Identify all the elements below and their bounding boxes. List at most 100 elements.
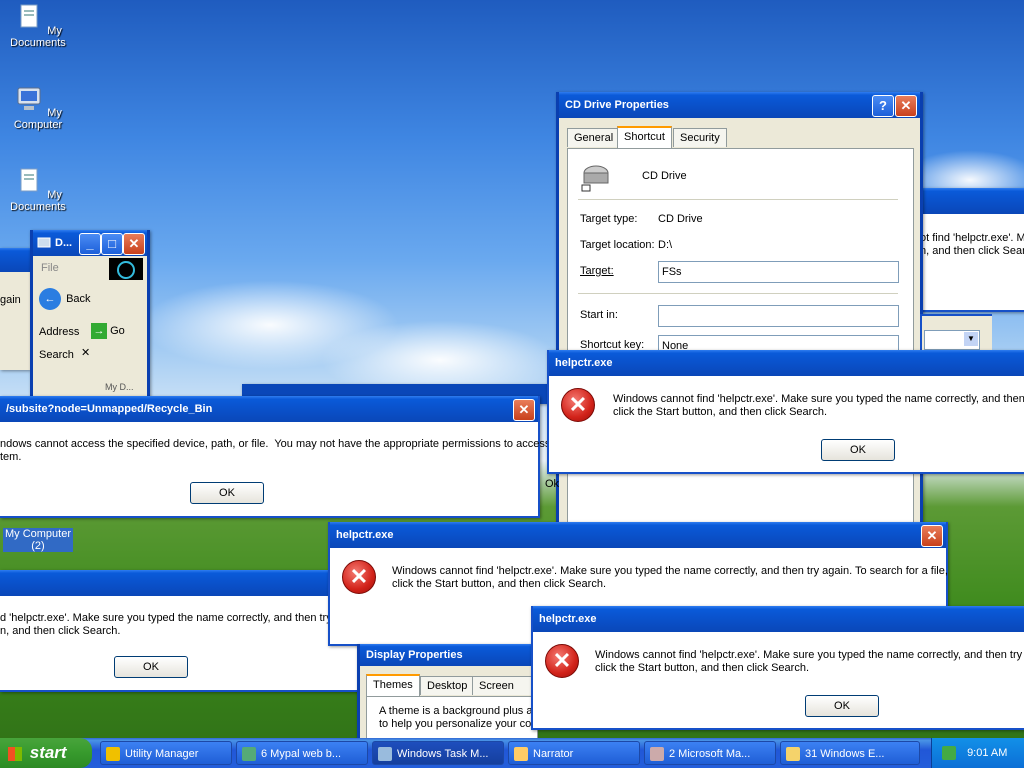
start-in-label: Start in: — [580, 309, 618, 321]
desktop-icon-my-computer-2[interactable]: My Computer (2) — [0, 528, 76, 552]
close-button[interactable]: ✕ — [513, 399, 535, 421]
task-utility-manager[interactable]: Utility Manager — [100, 741, 232, 765]
task-mypal[interactable]: 6 Mypal web b... — [236, 741, 368, 765]
themes-panel: A theme is a background plus a to help y… — [366, 696, 538, 740]
search-pane-close[interactable]: ✕ — [81, 346, 90, 359]
task-manager-icon — [378, 747, 392, 761]
explorer-window: D... _ □ ✕ File ← Back Address → Go Sear… — [30, 230, 150, 403]
start-button[interactable]: start — [0, 738, 92, 768]
desktop-icon-my-computer[interactable]: My Computer — [0, 84, 76, 131]
window-title: Display Properties — [366, 649, 463, 661]
task-microsoft-ma[interactable]: 2 Microsoft Ma... — [644, 741, 776, 765]
narrator-icon — [514, 747, 528, 761]
error-icon: ✕ — [342, 560, 376, 594]
target-location-value: D:\ — [658, 239, 673, 251]
computer-icon — [37, 237, 51, 248]
ok-button[interactable]: OK — [821, 439, 895, 461]
mmc-icon — [650, 747, 664, 761]
cd-drive-icon — [581, 165, 609, 192]
window-titlebar: /subsite?node=Unmapped/Recycle_Bin ✕ — [0, 396, 538, 422]
minimize-button[interactable]: _ — [79, 233, 101, 255]
window-title: /subsite?node=Unmapped/Recycle_Bin — [6, 403, 213, 415]
system-tray: 9:01 AM — [931, 738, 1024, 768]
go-label: Go — [110, 325, 125, 337]
folder-icon — [786, 747, 800, 761]
back-button[interactable]: ← Back — [39, 288, 91, 310]
go-button[interactable]: → Go — [91, 323, 125, 339]
task-windows-task-manager[interactable]: Windows Task M... — [372, 741, 504, 765]
window-title: helpctr.exe — [336, 529, 394, 541]
task-label: Narrator — [533, 748, 574, 760]
desktop-icon-label: My Computer (2) — [2, 528, 74, 552]
close-button[interactable]: ✕ — [123, 233, 145, 255]
tab-shortcut[interactable]: Shortcut — [617, 126, 672, 148]
dropdown-field[interactable]: ▼ — [924, 330, 980, 350]
error-message: Windows cannot find 'helpctr.exe'. Make … — [595, 649, 1023, 674]
window-title: CD Drive Properties — [565, 99, 669, 111]
ok-button[interactable]: OK — [114, 656, 188, 678]
window-titlebar — [0, 248, 30, 272]
network-icon[interactable] — [942, 746, 956, 761]
error-icon: ✕ — [561, 388, 595, 422]
error-window-helpctr-3: helpctr.exe ✕ Windows cannot find 'helpc… — [531, 606, 1024, 730]
window-titlebar: D... _ □ ✕ — [33, 230, 147, 256]
go-arrow-icon: → — [91, 323, 107, 339]
back-arrow-icon: ← — [39, 288, 61, 310]
taskbar: start Utility Manager 6 Mypal web b... W… — [0, 738, 1024, 768]
desktop-icon-my-documents[interactable]: My Documents — [0, 2, 76, 49]
tab-security[interactable]: Security — [673, 128, 727, 147]
themes-description: A theme is a background plus a to help y… — [379, 705, 533, 730]
task-label: 31 Windows E... — [805, 748, 885, 760]
error-window-path: /subsite?node=Unmapped/Recycle_Bin ✕ ndo… — [0, 396, 550, 518]
address-label: Address — [39, 326, 80, 338]
xp-logo — [109, 258, 143, 280]
error-window-helpctr-1: helpctr.exe ✕ Windows cannot find 'helpc… — [547, 350, 1024, 474]
task-label: Utility Manager — [125, 748, 199, 760]
target-location-label: Target location: — [580, 239, 655, 251]
target-label: Target: — [580, 265, 614, 277]
dropdown-fragment: ▼ — [920, 314, 992, 354]
target-type-label: Target type: — [580, 213, 638, 225]
partial-window-left: gain — [0, 248, 30, 370]
error-window-back: ot find 'helpctr.exe'. M n, and then cli… — [920, 188, 1024, 312]
menu-file[interactable]: File — [41, 262, 59, 274]
clock[interactable]: 9:01 AM — [967, 747, 1007, 759]
browser-icon — [242, 747, 256, 761]
ok-button-partial[interactable]: Ok — [545, 478, 559, 490]
partial-text: gain — [0, 294, 21, 306]
target-field[interactable]: FSs — [658, 261, 899, 283]
tab-desktop[interactable]: Desktop — [420, 676, 475, 695]
tab-themes[interactable]: Themes — [366, 674, 420, 696]
tab-screen-saver[interactable]: Screen Sav — [472, 676, 536, 710]
window-title: helpctr.exe — [539, 613, 597, 625]
back-label: Back — [66, 293, 91, 306]
close-button[interactable]: ✕ — [921, 525, 943, 547]
folder-item[interactable]: My D... — [105, 382, 134, 392]
task-label: 6 Mypal web b... — [261, 748, 342, 760]
start-in-field[interactable] — [658, 305, 899, 327]
documents-icon — [20, 168, 38, 192]
windows-logo-icon — [8, 746, 22, 761]
error-message: d 'helpctr.exe'. Make sure you typed the… — [0, 612, 341, 637]
desktop-icon-my-documents-2[interactable]: My Documents — [0, 166, 76, 213]
display-properties-window: Display Properties Themes Desktop Screen… — [357, 644, 538, 741]
window-title: D... — [55, 237, 73, 249]
window-title: helpctr.exe — [555, 357, 613, 369]
window-titlebar: helpctr.exe ✕ — [330, 522, 946, 548]
search-pane-label: Search — [39, 349, 74, 361]
task-narrator[interactable]: Narrator — [508, 741, 640, 765]
error-icon: ✕ — [545, 644, 579, 678]
task-label: 2 Microsoft Ma... — [669, 748, 751, 760]
ok-button[interactable]: OK — [190, 482, 264, 504]
task-windows-explorer[interactable]: 31 Windows E... — [780, 741, 920, 765]
maximize-button[interactable]: □ — [101, 233, 123, 255]
close-button[interactable]: ✕ — [895, 95, 917, 117]
ok-button[interactable]: OK — [805, 695, 879, 717]
window-titlebar: helpctr.exe — [549, 350, 1024, 376]
tab-general[interactable]: General — [567, 128, 621, 147]
shortcut-name: CD Drive — [642, 170, 687, 182]
error-message: ndows cannot access the specified device… — [0, 438, 551, 463]
utility-manager-icon — [106, 747, 120, 761]
window-titlebar — [922, 188, 1024, 214]
help-button[interactable]: ? — [872, 95, 894, 117]
